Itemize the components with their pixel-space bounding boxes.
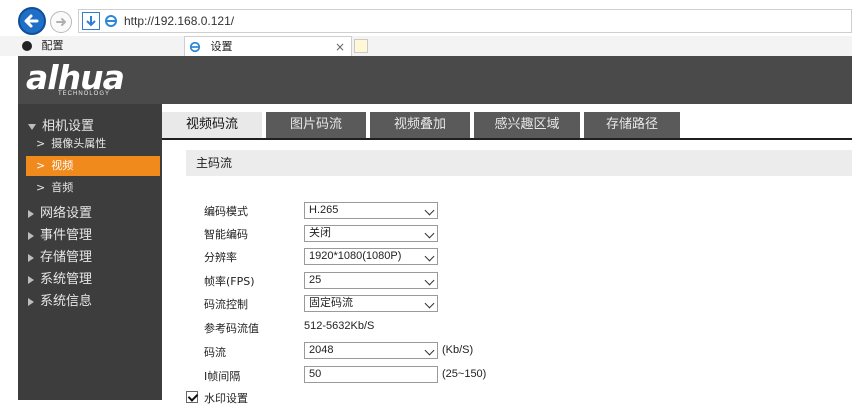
chevron-down-icon	[424, 251, 435, 262]
sidebar: 相机设置 > 摄像头属性 > 视频 > 音频 网络设置 事件管理 存储管理 系统管理 …	[18, 104, 162, 400]
collapse-triangle-icon	[28, 297, 34, 306]
select-value: 关闭	[309, 227, 331, 239]
browser-tab-settings[interactable]: 设置 ×	[184, 36, 352, 56]
sidebar-group-events[interactable]: 事件管理	[28, 224, 92, 243]
i-frame-interval-input[interactable]: 50	[304, 366, 438, 383]
sidebar-group-network[interactable]: 网络设置	[28, 202, 92, 221]
chevron-right-icon: >	[36, 137, 46, 150]
forward-button[interactable]	[50, 11, 72, 33]
main-content: 视频码流 图片码流 视频叠加 感兴趣区域 存储路径 主码流 编码模式 H.265…	[162, 104, 852, 405]
fps-select[interactable]: 25	[304, 272, 438, 289]
select-value: 固定码流	[309, 297, 353, 309]
url-text: http://192.168.0.121/	[124, 14, 235, 28]
back-button[interactable]	[18, 7, 46, 35]
new-tab-button[interactable]	[354, 39, 368, 53]
ie-page-icon	[105, 15, 117, 27]
encode-mode-select[interactable]: H.265	[304, 202, 438, 219]
field-label: 帧率(FPS)	[204, 275, 255, 288]
main-stream-form: 编码模式 H.265 智能编码 关闭 分辨率 1920*1080(1080P) …	[162, 104, 852, 405]
chevron-right-icon: >	[36, 181, 46, 194]
bitrate-unit: (Kb/S)	[442, 344, 474, 356]
select-value: 2048	[309, 344, 334, 356]
select-value: 1920*1080(1080P)	[309, 250, 402, 262]
ie-page-icon	[189, 41, 201, 53]
collapse-triangle-icon	[28, 209, 34, 218]
i-frame-interval-range: (25~150)	[442, 368, 487, 380]
brand-subtitle: TECHNOLOGY	[58, 91, 111, 97]
download-arrow-icon	[86, 16, 96, 27]
chevron-down-icon	[424, 228, 435, 239]
field-label: 编码模式	[204, 205, 248, 218]
chevron-down-icon	[424, 345, 435, 356]
sidebar-group-info[interactable]: 系统信息	[28, 290, 92, 309]
chevron-right-icon: >	[36, 159, 46, 172]
sidebar-group-storage[interactable]: 存储管理	[28, 246, 92, 265]
reference-bitrate-value: 512-5632Kb/S	[304, 320, 375, 332]
sidebar-item-label: 摄像头属性	[51, 137, 107, 150]
sidebar-group-label: 事件管理	[40, 228, 93, 243]
smart-codec-select[interactable]: 关闭	[304, 225, 438, 242]
select-value: H.265	[309, 204, 339, 216]
sidebar-item-camera-properties[interactable]: > 摄像头属性	[26, 134, 160, 154]
field-label: 码流	[204, 346, 226, 359]
select-value: 25	[309, 274, 322, 286]
compat-view-dropdown[interactable]	[82, 12, 100, 30]
back-arrow-icon	[24, 14, 39, 28]
chevron-down-icon	[424, 298, 435, 309]
browser-address-bar: http://192.168.0.121/	[0, 0, 852, 37]
app-header: alhua TECHNOLOGY	[18, 56, 852, 104]
sidebar-item-audio[interactable]: > 音频	[26, 178, 160, 198]
sidebar-group-label: 相机设置	[42, 119, 95, 134]
expand-triangle-icon	[28, 123, 36, 130]
page-icon	[22, 41, 32, 51]
collapse-triangle-icon	[28, 253, 34, 262]
collapse-triangle-icon	[28, 231, 34, 240]
browser-tab-config[interactable]: 配置	[18, 36, 178, 56]
close-tab-icon[interactable]: ×	[335, 37, 345, 57]
field-label: 码流控制	[204, 298, 248, 311]
tab-label: 设置	[210, 40, 233, 53]
sidebar-group-label: 系统信息	[40, 294, 93, 309]
sidebar-item-video[interactable]: > 视频	[26, 156, 160, 176]
bitrate-control-select[interactable]: 固定码流	[304, 295, 438, 312]
forward-arrow-icon	[56, 18, 66, 26]
sidebar-item-label: 视频	[51, 159, 74, 172]
sidebar-group-label: 系统管理	[40, 272, 93, 287]
sidebar-group-camera[interactable]: 相机设置	[28, 115, 94, 134]
field-label: 分辨率	[204, 251, 237, 264]
field-label: 参考码流值	[204, 322, 259, 335]
browser-tab-row: 配置 设置 ×	[0, 36, 852, 57]
sidebar-item-label: 音频	[51, 181, 74, 194]
field-label: 智能编码	[204, 228, 248, 241]
sidebar-group-label: 存储管理	[40, 250, 93, 265]
chevron-down-icon	[424, 205, 435, 216]
bitrate-select[interactable]: 2048	[304, 342, 438, 359]
tab-label: 配置	[41, 39, 64, 52]
collapse-triangle-icon	[28, 275, 34, 284]
resolution-select[interactable]: 1920*1080(1080P)	[304, 248, 438, 265]
window-edge	[0, 56, 18, 400]
field-label: I帧间隔	[204, 370, 241, 383]
sidebar-group-system[interactable]: 系统管理	[28, 268, 92, 287]
watermark-checkbox[interactable]	[186, 391, 198, 403]
sidebar-group-label: 网络设置	[40, 206, 93, 221]
watermark-label: 水印设置	[204, 392, 248, 405]
chevron-down-icon	[424, 275, 435, 286]
